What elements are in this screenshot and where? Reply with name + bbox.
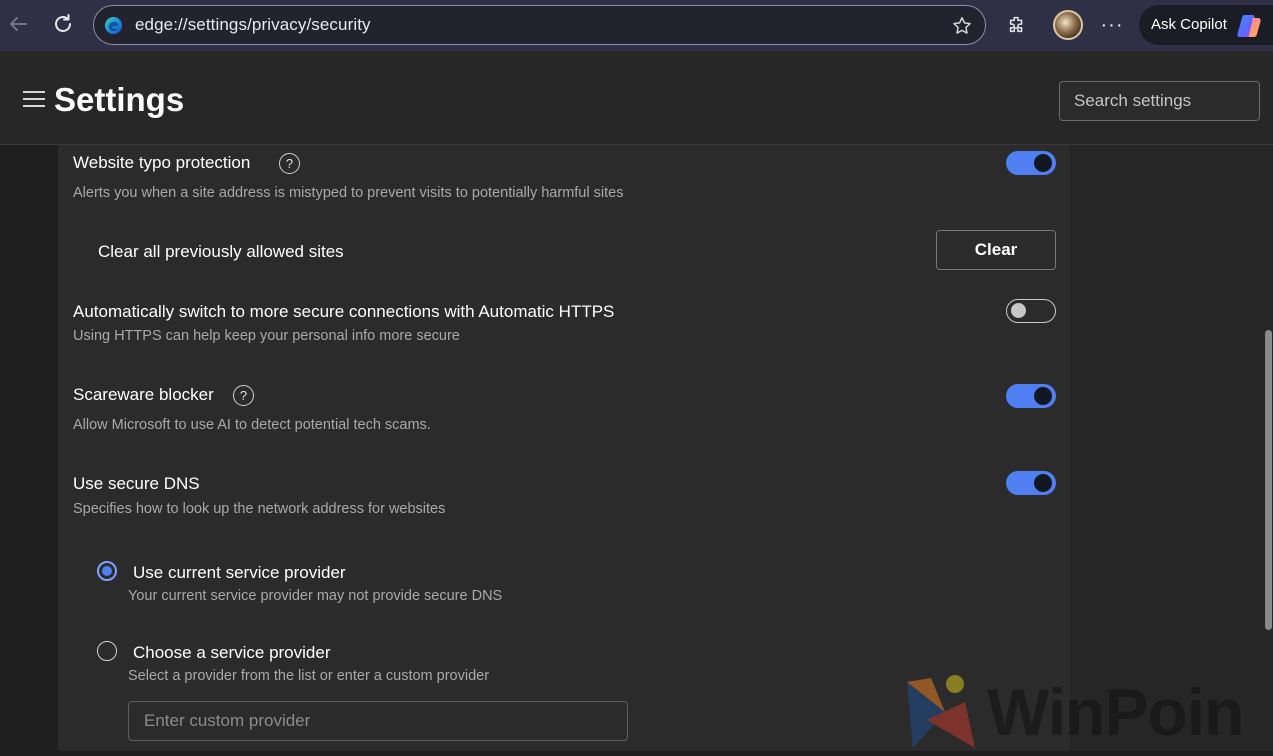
current-provider-radio[interactable]	[97, 561, 117, 581]
choose-provider-label[interactable]: Choose a service provider	[133, 643, 330, 663]
clear-sites-label: Clear all previously allowed sites	[98, 242, 344, 261]
clear-button[interactable]: Clear	[936, 230, 1056, 270]
custom-provider-input[interactable]	[129, 702, 627, 740]
https-desc: Using HTTPS can help keep your personal …	[73, 328, 460, 344]
search-input[interactable]	[1060, 82, 1259, 120]
url-text[interactable]: edge://settings/privacy/security	[135, 15, 371, 35]
page-title: Settings	[54, 81, 185, 118]
copilot-logo-icon	[1237, 15, 1261, 37]
typo-protection-desc: Alerts you when a site address is mistyp…	[73, 185, 624, 201]
current-provider-desc: Your current service provider may not pr…	[128, 588, 503, 604]
extensions-icon[interactable]	[1002, 10, 1032, 40]
scrollbar[interactable]	[1265, 330, 1272, 630]
https-title: Automatically switch to more secure conn…	[73, 302, 615, 321]
typo-protection-toggle[interactable]	[1006, 151, 1056, 175]
profile-avatar[interactable]	[1053, 10, 1083, 40]
ask-copilot-button[interactable]: Ask Copilot	[1139, 5, 1273, 45]
help-icon[interactable]: ?	[233, 385, 254, 406]
refresh-icon[interactable]	[48, 9, 78, 39]
current-provider-label[interactable]: Use current service provider	[133, 563, 346, 583]
menu-icon[interactable]	[23, 91, 45, 109]
more-options-icon[interactable]: ···	[1098, 12, 1126, 38]
help-icon[interactable]: ?	[279, 153, 300, 174]
scareware-desc: Allow Microsoft to use AI to detect pote…	[73, 417, 431, 433]
back-icon[interactable]	[4, 10, 32, 38]
custom-provider-field[interactable]	[128, 701, 628, 741]
secure-dns-toggle[interactable]	[1006, 471, 1056, 495]
https-toggle[interactable]	[1006, 299, 1056, 323]
copilot-label: Ask Copilot	[1151, 16, 1227, 33]
choose-provider-desc: Select a provider from the list or enter…	[128, 668, 490, 684]
browser-toolbar: edge://settings/privacy/security ··· Ask…	[0, 0, 1273, 51]
right-pane	[1071, 145, 1273, 751]
address-bar[interactable]: edge://settings/privacy/security	[93, 5, 986, 45]
secure-dns-desc: Specifies how to look up the network add…	[73, 501, 446, 517]
scareware-title: Scareware blocker	[73, 385, 214, 404]
favorite-star-icon[interactable]	[949, 13, 975, 39]
secure-dns-title: Use secure DNS	[73, 474, 200, 493]
scareware-toggle[interactable]	[1006, 384, 1056, 408]
choose-provider-radio[interactable]	[97, 641, 117, 661]
edge-logo-icon	[104, 16, 123, 35]
settings-header: Settings	[0, 51, 1273, 145]
typo-protection-title: Website typo protection	[73, 153, 251, 172]
search-settings-box[interactable]	[1059, 81, 1260, 121]
